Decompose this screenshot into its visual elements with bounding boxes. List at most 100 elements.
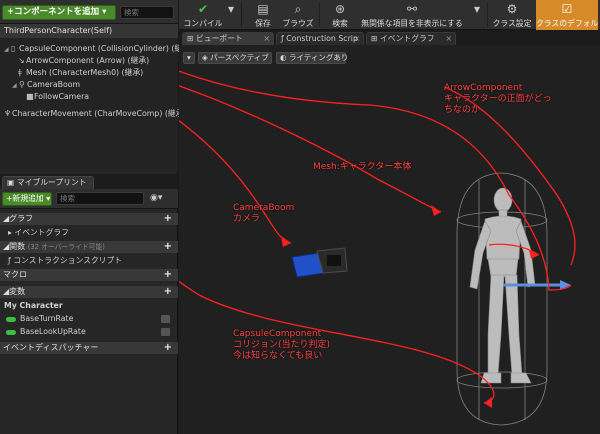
- save-icon: ▤: [257, 2, 269, 16]
- save-button[interactable]: ▤ 保存: [247, 0, 279, 30]
- list-item-construction-script[interactable]: ƒ コンストラクションスクリプト: [0, 255, 178, 267]
- visibility-toggle-button[interactable]: [161, 315, 170, 323]
- chevron-down-icon: ▾: [473, 2, 481, 16]
- left-panel: +コンポーネントを追加 ▾ 検索 ThirdPersonCharacter(Se…: [0, 0, 190, 434]
- section-label: 変数: [9, 287, 26, 296]
- variable-item[interactable]: BaseLookUpRate: [0, 326, 178, 338]
- annotation-arrow-title: ArrowComponent: [444, 83, 523, 93]
- compile-button[interactable]: ✔ コンパイル: [183, 0, 223, 30]
- annotation-capsule-desc: 今は知らなくても良い: [233, 351, 323, 361]
- tree-node-label: FollowCamera: [34, 92, 90, 101]
- tree-node-label: CameraBoom: [27, 80, 81, 89]
- visibility-toggle-button[interactable]: [161, 328, 170, 336]
- toolbar-divider: [319, 3, 320, 27]
- add-graph-button[interactable]: +: [164, 213, 172, 225]
- tree-node-label: ArrowComponent (Arrow) (継承): [26, 56, 150, 65]
- annotation-mesh: Mesh:キャラクター本体: [313, 162, 412, 172]
- my-blueprint-tabbar: ▣ マイブループリント: [0, 174, 178, 189]
- annotation-arrow-desc: キャラクターの正面がどっ: [444, 94, 552, 104]
- variable-label: BaseTurnRate: [20, 314, 74, 323]
- camera-model: [291, 247, 348, 278]
- tree-node-charactermovement[interactable]: ♆CharacterMovement (CharMoveComp) (継承: [4, 108, 184, 119]
- my-blueprint-search-input[interactable]: 検索: [56, 192, 144, 205]
- hide-unrelated-button[interactable]: ⚯ 無関係な項目を非表示にする: [357, 0, 467, 30]
- toolbar-label: クラスのデフォルト: [536, 19, 598, 28]
- movement-icon: ♆: [4, 109, 12, 118]
- add-function-button[interactable]: +: [164, 241, 172, 253]
- graph-icon: ⊞: [371, 34, 381, 43]
- annotation-camera-title: CameraBoom: [233, 203, 295, 213]
- annotation-arrow-desc: ちなのか: [444, 105, 481, 115]
- toolbar-label: コンパイル: [183, 19, 223, 28]
- browse-button[interactable]: ⌕ ブラウズ: [281, 0, 315, 30]
- close-icon[interactable]: ×: [353, 33, 360, 45]
- class-settings-button[interactable]: ⚙ クラス設定: [491, 0, 533, 30]
- tree-root-self[interactable]: ThirdPersonCharacter(Self): [0, 24, 178, 38]
- add-variable-button[interactable]: +: [164, 286, 172, 298]
- toolbar-label: ブラウズ: [282, 19, 314, 28]
- section-graphs[interactable]: ◢グラフ +: [0, 213, 178, 225]
- hide-unrelated-icon: ⚯: [406, 2, 418, 16]
- arrow-icon: ↘: [18, 56, 25, 65]
- tree-node-cameraboom[interactable]: ◢ ⚲ CameraBoom: [12, 79, 80, 90]
- tab-viewport[interactable]: ⊞ ビューポート ×: [182, 32, 274, 45]
- viewport[interactable]: ▾ ◈ パースペクティブ ◐ ライティングあり ArrowComponent キ…: [179, 45, 600, 434]
- functions-override-count: (32 オーバーライド可能): [27, 243, 105, 251]
- float-variable-icon: [6, 316, 16, 322]
- add-component-button[interactable]: +コンポーネントを追加 ▾: [2, 5, 116, 20]
- gear-icon: ⚙: [506, 2, 518, 16]
- viewport-icon: ⊞: [187, 34, 197, 43]
- mesh-icon: ǂ: [18, 68, 22, 77]
- hide-options-dropdown[interactable]: ▾: [471, 0, 483, 30]
- tab-my-blueprint[interactable]: ▣ マイブループリント: [2, 176, 94, 189]
- variable-label: BaseLookUpRate: [20, 327, 86, 336]
- close-icon[interactable]: ×: [263, 33, 270, 45]
- search-button[interactable]: ⊛ 検索: [325, 0, 355, 30]
- tree-node-capsule[interactable]: ◢ ▯ CapsuleComponent (CollisionCylinder) (…: [4, 43, 190, 54]
- section-event-dispatchers[interactable]: イベントディスパッチャー +: [0, 342, 178, 354]
- tab-construction-script[interactable]: ƒ Construction Scrip ×: [276, 32, 364, 45]
- spring-arm-icon: ⚲: [19, 80, 25, 89]
- section-functions[interactable]: ◢関数 (32 オーバーライド可能) +: [0, 241, 178, 253]
- section-label: イベントディスパッチャー: [3, 343, 99, 352]
- chevron-down-icon: ▾: [227, 2, 235, 16]
- expand-triangle-icon[interactable]: ◢: [4, 44, 11, 55]
- eye-icon[interactable]: ◉▾: [150, 193, 162, 203]
- blueprint-icon: ▣: [7, 178, 17, 187]
- expand-triangle-icon[interactable]: ◢: [12, 80, 19, 91]
- main-toolbar: ✔ コンパイル ▾ ▤ 保存 ⌕ ブラウズ ⊛ 検索 ⚯ 無関係な項目を非表示に…: [179, 0, 600, 30]
- tab-label: イベントグラフ: [380, 34, 435, 43]
- toolbar-divider: [487, 3, 488, 27]
- tab-label: マイブループリント: [16, 178, 87, 187]
- add-dispatcher-button[interactable]: +: [164, 342, 172, 354]
- binoculars-icon: ⊛: [334, 2, 346, 16]
- browse-icon: ⌕: [294, 2, 302, 16]
- components-search-input[interactable]: 検索: [120, 6, 174, 19]
- variable-item[interactable]: BaseTurnRate: [0, 313, 178, 325]
- tree-node-label: CapsuleComponent (CollisionCylinder) (継承: [19, 44, 191, 53]
- tree-node-arrow[interactable]: ↘ArrowComponent (Arrow) (継承): [18, 55, 149, 66]
- add-macro-button[interactable]: +: [164, 269, 172, 281]
- variable-category[interactable]: My Character: [0, 300, 178, 312]
- compile-options-dropdown[interactable]: ▾: [225, 0, 237, 30]
- section-variables[interactable]: ◢変数 +: [0, 286, 178, 298]
- tab-event-graph[interactable]: ⊞ イベントグラフ ×: [366, 32, 456, 45]
- list-item-event-graph[interactable]: ▸ イベントグラフ: [0, 227, 178, 239]
- components-toolbar: +コンポーネントを追加 ▾ 検索: [0, 0, 178, 24]
- toolbar-label: クラス設定: [492, 19, 532, 28]
- add-new-button[interactable]: +新規追加 ▾: [2, 192, 52, 206]
- class-defaults-button[interactable]: ☑ クラスのデフォルト: [536, 0, 598, 30]
- camera-icon: ■: [26, 92, 34, 101]
- tree-node-mesh[interactable]: ǂ Mesh (CharacterMesh0) (継承): [18, 67, 143, 78]
- toolbar-label: 検索: [332, 19, 348, 28]
- section-macros[interactable]: マクロ +: [0, 269, 178, 281]
- tree-node-followcamera[interactable]: ■FollowCamera: [26, 91, 89, 102]
- annotation-capsule-title: CapsuleComponent: [233, 329, 322, 339]
- editor-tabbar: ⊞ ビューポート × ƒ Construction Scrip × ⊞ イベントグラ…: [179, 31, 600, 45]
- list-item-label: コンストラクションスクリプト: [13, 256, 123, 265]
- annotation-capsule-desc: コリジョン(当たり判定): [233, 340, 331, 350]
- close-icon[interactable]: ×: [445, 33, 452, 45]
- section-label: グラフ: [9, 214, 34, 223]
- toolbar-label: 保存: [255, 19, 271, 28]
- list-item-label: イベントグラフ: [14, 228, 69, 237]
